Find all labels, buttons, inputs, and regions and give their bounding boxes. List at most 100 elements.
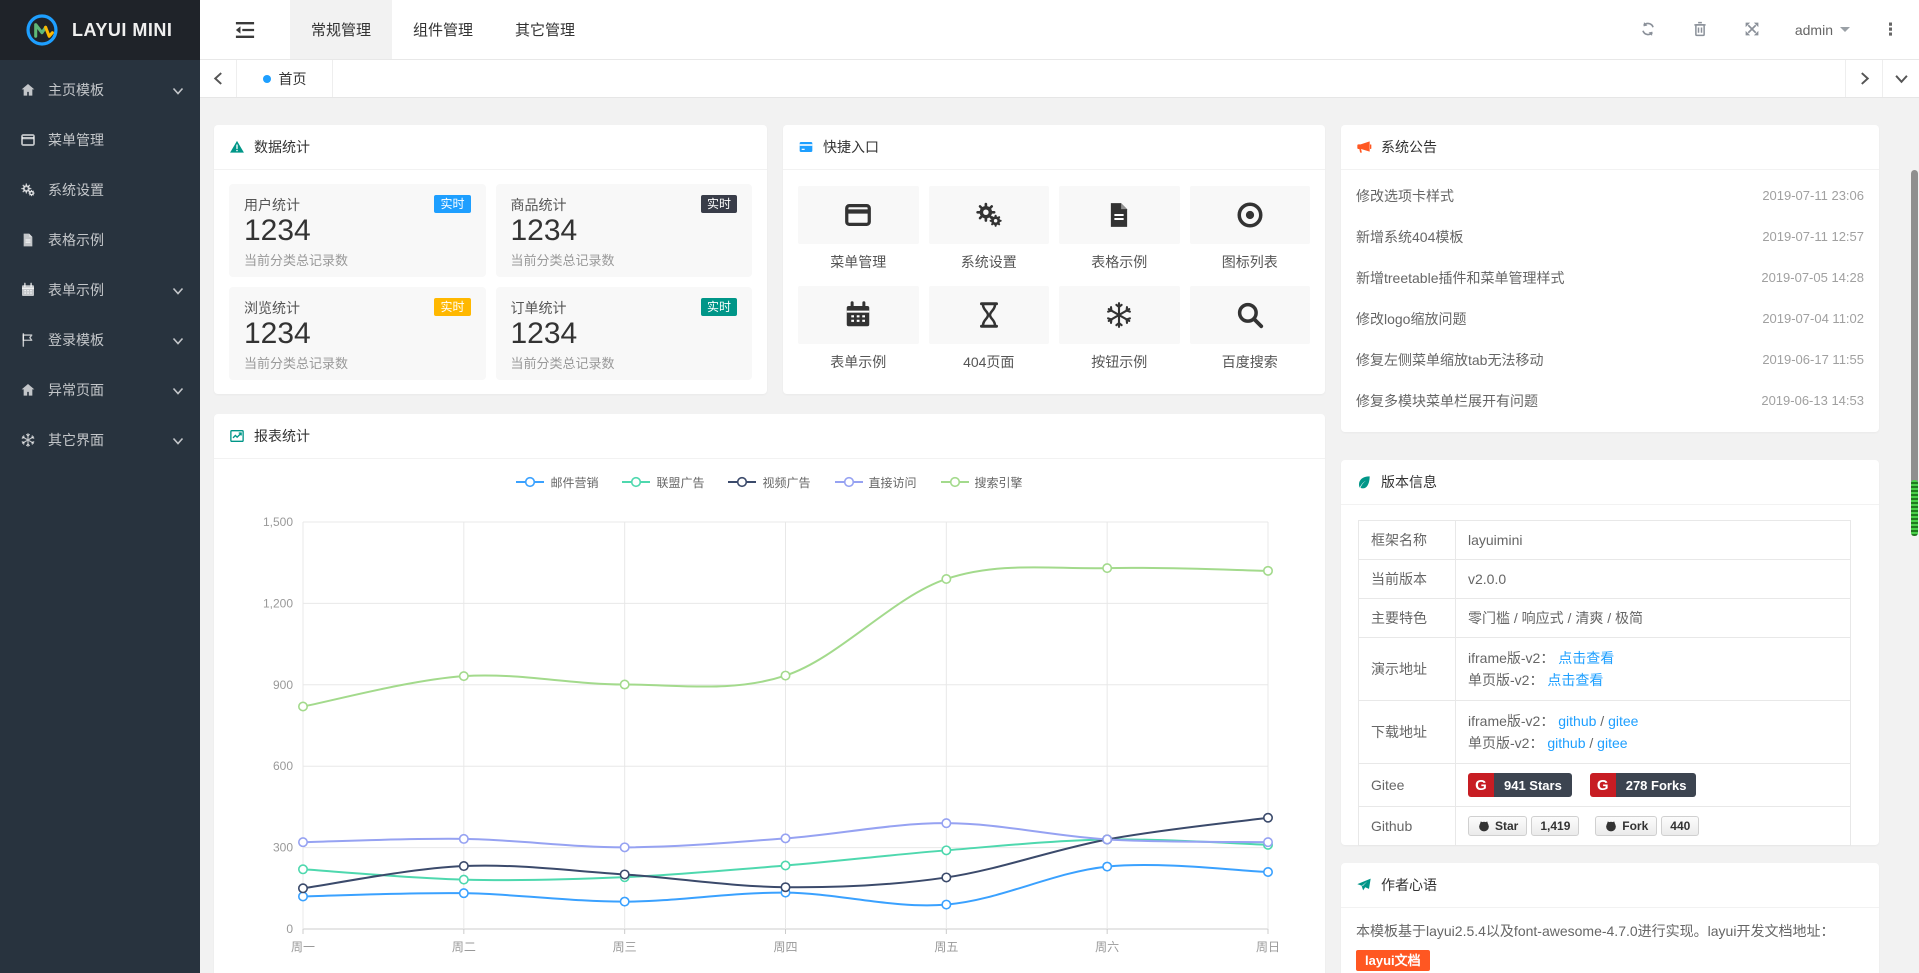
sidebar-item-登录模板[interactable]: 登录模板 <box>0 315 200 365</box>
legend-item-联盟广告[interactable]: 联盟广告 <box>622 474 704 491</box>
gears-icon <box>20 182 38 198</box>
more-menu-button[interactable]: ⋮ <box>1876 20 1905 40</box>
quick-entry-百度搜索[interactable]: 百度搜索 <box>1190 286 1311 372</box>
download-onepage-gitee-link[interactable]: gitee <box>1597 735 1627 751</box>
svg-text:1,200: 1,200 <box>263 596 293 610</box>
sidebar-item-label: 系统设置 <box>48 180 104 200</box>
github-octocat-icon <box>1604 819 1618 833</box>
layui-doc-button[interactable]: layui文档 <box>1356 950 1430 971</box>
announcement-row: 新增treetable插件和菜单管理样式2019-07-05 14:28 <box>1356 257 1864 298</box>
chart-line-icon <box>229 428 245 444</box>
quick-entry-图标列表[interactable]: 图标列表 <box>1190 186 1311 272</box>
legend-marker-icon <box>516 476 544 488</box>
sidebar-item-label: 其它界面 <box>48 430 104 450</box>
legend-item-搜索引擎[interactable]: 搜索引擎 <box>941 474 1023 491</box>
stat-caption: 当前分类总记录数 <box>244 353 471 372</box>
quick-entry-菜单管理[interactable]: 菜单管理 <box>798 186 919 272</box>
menu-collapse-icon <box>234 20 256 40</box>
legend-item-视频广告[interactable]: 视频广告 <box>728 474 810 491</box>
file-icon <box>1104 200 1134 230</box>
github-fork-button[interactable]: Fork <box>1595 816 1657 836</box>
logo[interactable]: LAYUI MINI <box>0 0 200 60</box>
version-card: 版本信息 框架名称 layuimini 当前版本 v2.0.0 主要特色 零门槛… <box>1341 460 1879 845</box>
quick-grid: 菜单管理系统设置表格示例图标列表表单示例404页面按钮示例百度搜索 <box>783 170 1325 388</box>
github-star-button[interactable]: Star <box>1468 816 1527 836</box>
gitee-forks-badge[interactable]: G 278 Forks <box>1590 773 1697 797</box>
user-dropdown[interactable]: admin <box>1795 22 1850 38</box>
gitee-logo-icon: G <box>1468 773 1494 797</box>
chart-legend: 邮件营销 联盟广告 视频广告 直接访问 搜索引擎 <box>214 465 1325 499</box>
quick-entry-表格示例[interactable]: 表格示例 <box>1059 186 1180 272</box>
svg-text:600: 600 <box>273 759 293 773</box>
gitee-stars-badge[interactable]: G 941 Stars <box>1468 773 1572 797</box>
version-row-demo: 演示地址 iframe版-v2： 点击查看 单页版-v2： 点击查看 <box>1359 638 1851 701</box>
top-nav-tab-组件管理[interactable]: 组件管理 <box>392 0 494 59</box>
announcement-row: 修改选项卡样式2019-07-11 23:06 <box>1356 175 1864 216</box>
legend-marker-icon <box>622 476 650 488</box>
legend-item-邮件营销[interactable]: 邮件营销 <box>516 474 598 491</box>
home-icon <box>20 382 38 398</box>
flag-icon <box>20 332 38 348</box>
sidebar-item-异常页面[interactable]: 异常页面 <box>0 365 200 415</box>
quick-card-title: 快捷入口 <box>823 137 879 157</box>
report-chart: 03006009001,2001,500周一周二周三周四周五周六周日 <box>214 499 1325 973</box>
svg-text:1,500: 1,500 <box>263 515 293 529</box>
quick-entry-按钮示例[interactable]: 按钮示例 <box>1059 286 1180 372</box>
stat-box-商品统计: 商品统计实时1234当前分类总记录数 <box>496 184 753 277</box>
download-iframe-github-link[interactable]: github <box>1558 713 1596 729</box>
sidebar-item-label: 菜单管理 <box>48 130 104 150</box>
fullscreen-icon <box>1743 20 1761 38</box>
menu-collapse-button[interactable] <box>200 0 290 59</box>
calendar-icon <box>20 282 38 298</box>
sidebar-item-主页模板[interactable]: 主页模板 <box>0 65 200 115</box>
sidebar-item-label: 登录模板 <box>48 330 104 350</box>
fullscreen-button[interactable] <box>1743 20 1763 40</box>
sidebar-item-表单示例[interactable]: 表单示例 <box>0 265 200 315</box>
top-nav-tab-常规管理[interactable]: 常规管理 <box>290 0 392 59</box>
sidebar-item-表格示例[interactable]: 表格示例 <box>0 215 200 265</box>
scrollbar[interactable] <box>1910 98 1919 973</box>
demo-iframe-link[interactable]: 点击查看 <box>1558 650 1614 666</box>
sidebar-item-label: 表格示例 <box>48 230 104 250</box>
caret-down-icon <box>1840 27 1850 37</box>
sidebar-item-菜单管理[interactable]: 菜单管理 <box>0 115 200 165</box>
gitee-logo-icon: G <box>1590 773 1616 797</box>
leaf-icon <box>1356 474 1372 490</box>
svg-text:周五: 周五 <box>934 940 958 954</box>
author-card: 作者心语 本模板基于layui2.5.4以及font-awesome-4.7.0… <box>1341 863 1879 973</box>
legend-item-直接访问[interactable]: 直接访问 <box>835 474 917 491</box>
tabs-scroll-right-button[interactable] <box>1845 60 1882 97</box>
version-row-features: 主要特色 零门槛 / 响应式 / 清爽 / 极简 <box>1359 599 1851 638</box>
sidebar-item-label: 表单示例 <box>48 280 104 300</box>
tab-home[interactable]: 首页 <box>237 60 333 97</box>
realtime-badge: 实时 <box>434 298 470 316</box>
stat-box-用户统计: 用户统计实时1234当前分类总记录数 <box>229 184 486 277</box>
version-table: 框架名称 layuimini 当前版本 v2.0.0 主要特色 零门槛 / 响应… <box>1358 520 1851 846</box>
quick-entry-404页面[interactable]: 404页面 <box>929 286 1050 372</box>
top-nav-tab-其它管理[interactable]: 其它管理 <box>494 0 596 59</box>
download-iframe-gitee-link[interactable]: gitee <box>1608 713 1638 729</box>
svg-text:周二: 周二 <box>452 940 476 954</box>
svg-text:900: 900 <box>273 678 293 692</box>
refresh-icon <box>1639 20 1657 38</box>
sidebar-item-label: 主页模板 <box>48 80 104 100</box>
sidebar-item-其它界面[interactable]: 其它界面 <box>0 415 200 465</box>
github-fork-count[interactable]: 440 <box>1661 816 1699 836</box>
scrollbar-thumb[interactable] <box>1911 170 1918 505</box>
tabs-scroll-left-button[interactable] <box>200 60 237 97</box>
tabs-menu-button[interactable] <box>1882 60 1919 97</box>
quick-entry-系统设置[interactable]: 系统设置 <box>929 186 1050 272</box>
clear-cache-button[interactable] <box>1691 20 1711 40</box>
scrollbar-green-marker <box>1911 480 1918 536</box>
sidebar-item-系统设置[interactable]: 系统设置 <box>0 165 200 215</box>
search-icon <box>1235 300 1265 330</box>
download-onepage-github-link[interactable]: github <box>1547 735 1585 751</box>
demo-onepage-link[interactable]: 点击查看 <box>1547 672 1603 688</box>
stat-caption: 当前分类总记录数 <box>511 250 738 269</box>
sidebar-item-label: 异常页面 <box>48 380 104 400</box>
announcements-card-header: 系统公告 <box>1341 125 1879 170</box>
refresh-button[interactable] <box>1639 20 1659 40</box>
quick-entry-表单示例[interactable]: 表单示例 <box>798 286 919 372</box>
legend-marker-icon <box>941 476 969 488</box>
github-star-count[interactable]: 1,419 <box>1531 816 1579 836</box>
